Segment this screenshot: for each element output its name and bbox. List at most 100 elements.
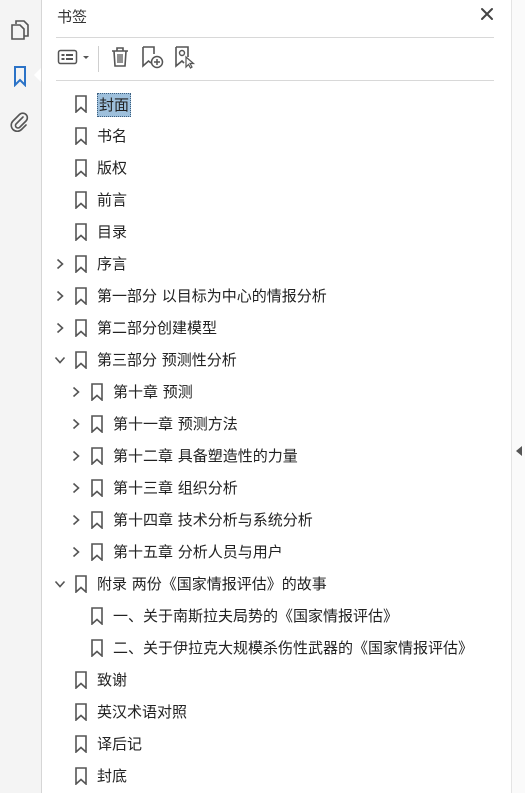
bookmark-icon [90,447,104,466]
bookmark-item[interactable]: 第二部分创建模型 [42,312,512,344]
bookmark-label: 书名 [97,127,128,145]
bookmark-icon [74,287,88,306]
bookmark-icon [74,319,88,338]
bookmark-label: 致谢 [97,671,128,689]
bookmark-item[interactable]: 致谢 [42,664,512,696]
chevron-right-icon[interactable] [68,480,84,496]
bookmark-item[interactable]: 序言 [42,248,512,280]
options-menu-button[interactable] [56,44,94,74]
bookmark-label: 前言 [97,191,128,209]
bookmark-icon [74,127,88,146]
chevron-right-icon[interactable] [52,288,68,304]
bookmark-toolbar [56,44,201,74]
bookmark-icon [74,575,88,594]
bookmark-label: 第十章 预测 [113,383,193,401]
bookmark-item[interactable]: 二、关于伊拉克大规模杀伤性武器的《国家情报评估》 [42,632,512,664]
bookmark-label: 附录 两份《国家情报评估》的故事 [97,575,327,593]
bookmark-label: 封底 [97,767,128,785]
close-icon [480,6,494,25]
bookmark-from-selection-icon [173,45,197,73]
pages-icon[interactable] [6,16,34,44]
bookmark-item[interactable]: 第十章 预测 [42,376,512,408]
chevron-down-icon[interactable] [52,576,68,592]
bookmark-label: 目录 [97,223,128,241]
bookmark-label: 第二部分创建模型 [97,319,218,337]
chevron-right-icon[interactable] [52,320,68,336]
bookmark-item[interactable]: 第一部分 以目标为中心的情报分析 [42,280,512,312]
bookmark-icon [90,383,104,402]
bookmark-label: 第十二章 具备塑造性的力量 [113,447,298,465]
bookmark-item[interactable]: 封底 [42,760,512,792]
document-edge [511,0,525,793]
delete-bookmark-button[interactable] [105,44,135,74]
chevron-right-icon[interactable] [68,384,84,400]
bookmark-icon [74,671,88,690]
bookmark-icon [90,415,104,434]
bookmark-item[interactable]: 第十五章 分析人员与用户 [42,536,512,568]
bookmark-item[interactable]: 英汉术语对照 [42,696,512,728]
bookmark-label: 第十三章 组织分析 [113,479,238,497]
bookmark-icon[interactable] [6,62,34,90]
bookmark-item[interactable]: 译后记 [42,728,512,760]
delete-bookmark-icon [110,46,130,72]
bookmark-icon [90,543,104,562]
bookmark-item[interactable]: 第三部分 预测性分析 [42,344,512,376]
bookmark-from-selection-button[interactable] [169,44,201,74]
chevron-right-icon[interactable] [68,512,84,528]
options-menu-icon [57,49,93,69]
bookmark-label: 第三部分 预测性分析 [97,351,237,369]
chevron-right-icon[interactable] [68,416,84,432]
bookmark-icon [90,511,104,530]
bookmark-icon [74,191,88,210]
toolbar-divider [98,46,99,72]
divider [56,37,494,38]
bookmark-item[interactable]: 附录 两份《国家情报评估》的故事 [42,568,512,600]
bookmark-item[interactable]: 封面 [42,88,512,120]
bookmark-icon [74,767,88,786]
chevron-right-icon[interactable] [68,448,84,464]
bookmark-item[interactable]: 一、关于南斯拉夫局势的《国家情报评估》 [42,600,512,632]
bookmark-label: 第十一章 预测方法 [113,415,238,433]
navigation-rail [0,0,42,793]
attachment-icon[interactable] [6,108,34,136]
bookmark-icon [90,607,104,626]
bookmark-label: 一、关于南斯拉夫局势的《国家情报评估》 [113,607,399,625]
bookmark-icon [74,255,88,274]
bookmark-icon [74,703,88,722]
bookmark-icon [74,223,88,242]
active-indicator [34,68,41,82]
bookmark-label: 序言 [97,255,128,273]
bookmark-label: 二、关于伊拉克大规模杀伤性武器的《国家情报评估》 [113,639,474,657]
divider [56,80,494,81]
bookmark-label: 译后记 [97,735,143,753]
bookmark-item[interactable]: 书名 [42,120,512,152]
bookmark-icon [74,159,88,178]
bookmark-icon [90,479,104,498]
close-panel-button[interactable] [476,4,498,26]
chevron-right-icon[interactable] [68,544,84,560]
bookmark-label: 英汉术语对照 [97,703,188,721]
new-bookmark-button[interactable] [135,44,169,74]
chevron-right-icon[interactable] [52,256,68,272]
bookmark-icon [74,351,88,370]
bookmark-tree: 封面书名版权前言目录序言第一部分 以目标为中心的情报分析 第二部分创建模型第三部分… [42,88,512,792]
bookmark-item[interactable]: 版权 [42,152,512,184]
bookmark-item[interactable]: 第十三章 组织分析 [42,472,512,504]
bookmark-label: 第十五章 分析人员与用户 [113,543,283,561]
bookmark-icon [90,639,104,658]
bookmark-item[interactable]: 第十四章 技术分析与系统分析 [42,504,512,536]
bookmark-item[interactable]: 目录 [42,216,512,248]
bookmarks-panel: 书签 封面 书名 版权 前言 目录 序言 第一部分 以目标为中心的情报分析 第二… [42,0,512,793]
bookmark-item[interactable]: 第十二章 具备塑造性的力量 [42,440,512,472]
bookmark-item[interactable]: 第十一章 预测方法 [42,408,512,440]
collapse-panel-handle[interactable] [516,446,522,456]
chevron-down-icon[interactable] [52,352,68,368]
new-bookmark-icon [140,45,164,73]
bookmark-label: 版权 [97,159,128,177]
bookmark-icon [74,735,88,754]
bookmark-item[interactable]: 前言 [42,184,512,216]
bookmark-label: 第一部分 以目标为中心的情报分析 [97,287,327,305]
bookmark-label: 封面 [97,93,132,117]
panel-title: 书签 [57,8,88,26]
bookmark-label: 第十四章 技术分析与系统分析 [113,511,313,529]
